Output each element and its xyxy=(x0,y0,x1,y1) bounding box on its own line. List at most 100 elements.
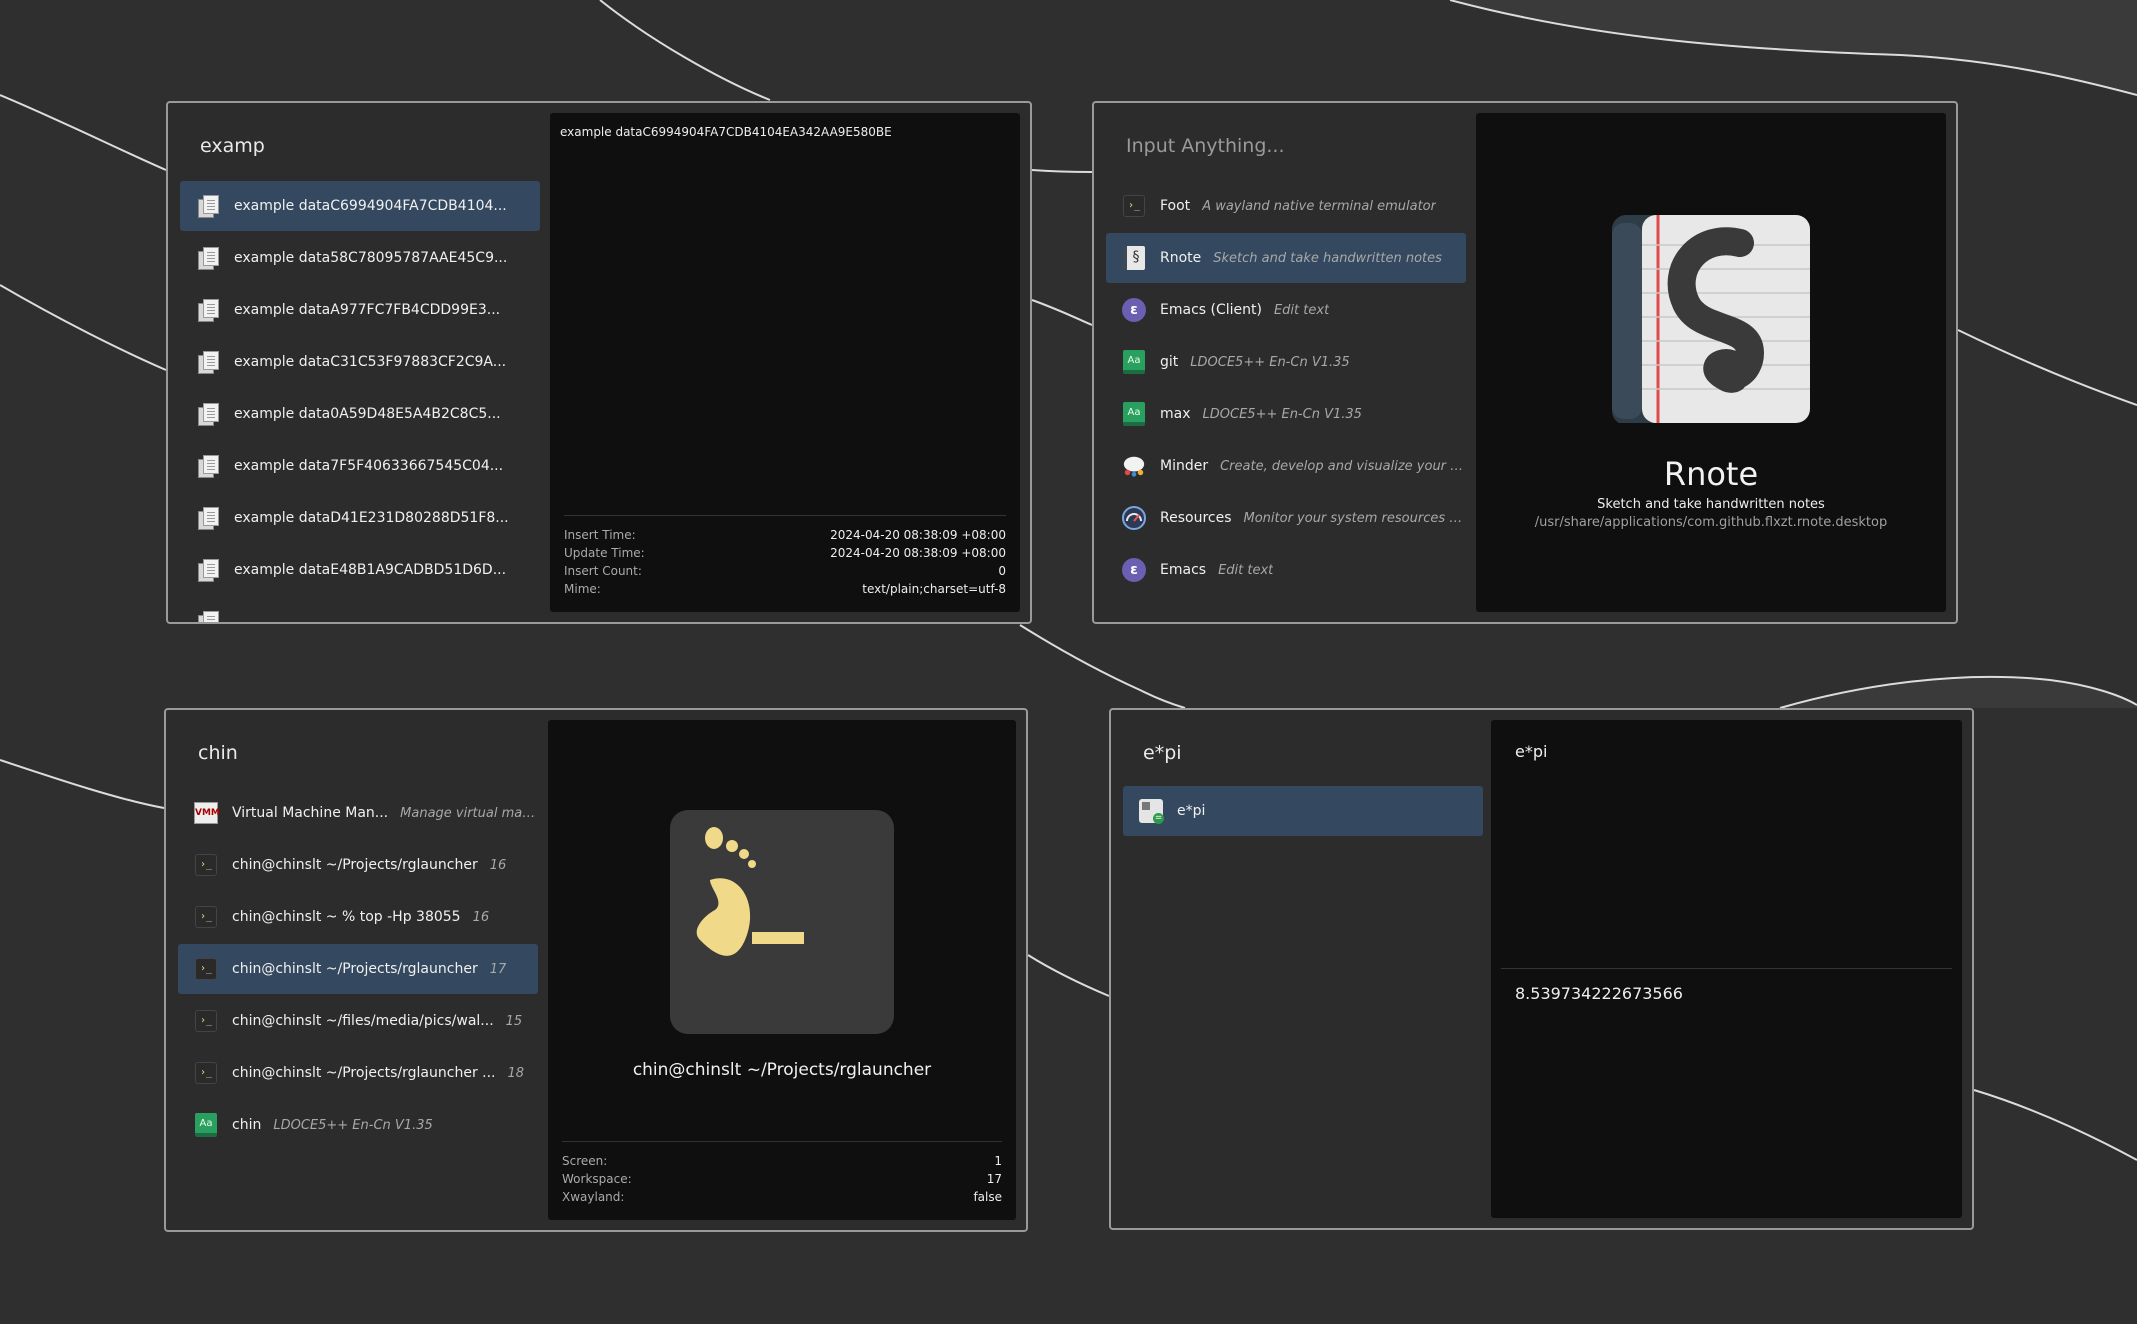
info-value: text/plain;charset=utf-8 xyxy=(862,582,1006,596)
item-name: Rnote xyxy=(1160,250,1202,266)
clipboard-item[interactable]: example dataD41E231D80288D51F8... xyxy=(180,493,540,543)
preview-title: chin@chinslt ~/Projects/rglauncher xyxy=(632,1060,932,1080)
preview-path: /usr/share/applications/com.github.flxzt… xyxy=(1534,515,1888,530)
clipboard-icon xyxy=(196,506,220,530)
clipboard-item-partial[interactable] xyxy=(180,597,540,622)
clipboard-icon xyxy=(196,454,220,478)
dictionary-icon: Aa xyxy=(194,1113,218,1137)
rnote-large-icon xyxy=(1612,215,1810,423)
clipboard-item[interactable]: example dataC6994904FA7CDB4104... xyxy=(180,181,540,231)
item-description: Edit text xyxy=(1218,562,1274,578)
info-value: 0 xyxy=(998,564,1006,578)
clipboard-icon xyxy=(196,194,220,218)
item-name: Emacs xyxy=(1160,562,1207,578)
clipboard-item[interactable]: example dataC31C53F97883CF2C9A... xyxy=(180,337,540,387)
clipboard-item[interactable]: example data7F5F40633667545C04... xyxy=(180,441,540,491)
item-name: git xyxy=(1160,354,1179,370)
calculator-result-item[interactable]: e*pi xyxy=(1123,786,1483,836)
item-name: example dataE48B1A9CADBD51D6D... xyxy=(234,562,507,578)
workspace-badge: 18 xyxy=(507,1065,525,1081)
info-row: Insert Time: 2024-04-20 08:38:09 +08:00 xyxy=(564,526,1006,544)
dictionary-item[interactable]: Aa chin LDOCE5++ En-Cn V1.35 xyxy=(178,1100,538,1150)
window-item[interactable]: VMM Virtual Machine Man... Manage virtua… xyxy=(178,788,538,838)
window-switcher-window: chin VMM Virtual Machine Man... Manage v… xyxy=(164,708,1028,1232)
window-item[interactable]: ›_ chin@chinslt ~/Projects/rglauncher 16 xyxy=(178,840,538,890)
terminal-icon: ›_ xyxy=(194,1009,218,1033)
app-item-minder[interactable]: Minder Create, develop and visualize you… xyxy=(1106,441,1466,491)
terminal-icon: ›_ xyxy=(1122,194,1146,218)
info-row: Insert Count: 0 xyxy=(564,562,1006,580)
rnote-icon: § xyxy=(1122,246,1146,270)
info-key: Xwayland: xyxy=(562,1190,625,1204)
result-value: 8.539734222673566 xyxy=(1515,984,1683,1003)
info-value: false xyxy=(973,1190,1002,1204)
info-key: Update Time: xyxy=(564,546,645,560)
clipboard-results-panel: examp example dataC6994904FA7CDB4104... … xyxy=(180,103,540,622)
window-item[interactable]: ›_ chin@chinslt ~/files/media/pics/wal..… xyxy=(178,996,538,1046)
info-key: Insert Count: xyxy=(564,564,642,578)
clipboard-item[interactable]: example dataA977FC7FB4CDD99E3... xyxy=(180,285,540,335)
item-description: A wayland native terminal emulator xyxy=(1202,198,1436,214)
window-item[interactable]: ›_ chin@chinslt ~/Projects/rglauncher 17 xyxy=(178,944,538,994)
terminal-icon: ›_ xyxy=(194,1061,218,1085)
item-name: chin@chinslt ~/Projects/rglauncher xyxy=(232,857,478,873)
app-item-foot[interactable]: ›_ Foot A wayland native terminal emulat… xyxy=(1106,181,1466,231)
info-key: Mime: xyxy=(564,582,601,596)
clipboard-icon xyxy=(196,558,220,582)
foot-terminal-large-icon xyxy=(670,810,894,1034)
preview-text: example dataC6994904FA7CDB4104EA342AA9E5… xyxy=(560,125,892,139)
info-row: Screen: 1 xyxy=(562,1152,1002,1170)
clipboard-item[interactable]: example dataE48B1A9CADBD51D6D... xyxy=(180,545,540,595)
result-list[interactable]: e*pi xyxy=(1123,786,1483,838)
clipboard-item[interactable]: example data0A59D48E5A4B2C8C5... xyxy=(180,389,540,439)
search-input[interactable]: examp xyxy=(200,135,265,157)
item-name: max xyxy=(1160,406,1191,422)
app-item-emacs-client[interactable]: ε Emacs (Client) Edit text xyxy=(1106,285,1466,335)
calculator-preview-panel: e*pi 8.539734222673566 xyxy=(1491,720,1962,1218)
info-value: 2024-04-20 08:38:09 +08:00 xyxy=(830,528,1006,542)
search-input[interactable]: chin xyxy=(198,742,238,764)
emacs-icon: ε xyxy=(1122,558,1146,582)
window-item[interactable]: ›_ chin@chinslt ~/Projects/rglauncher ..… xyxy=(178,1048,538,1098)
window-info: Screen: 1 Workspace: 17 Xwayland: false xyxy=(562,1141,1002,1206)
info-value: 2024-04-20 08:38:09 +08:00 xyxy=(830,546,1006,560)
app-item-max[interactable]: Aa max LDOCE5++ En-Cn V1.35 xyxy=(1106,389,1466,439)
search-input[interactable]: Input Anything... xyxy=(1126,135,1285,157)
window-item[interactable]: ›_ chin@chinslt ~ % top -Hp 38055 16 xyxy=(178,892,538,942)
calculator-window: e*pi e*pi e*pi 8.539734222673566 xyxy=(1109,708,1974,1230)
clipboard-preview-panel: example dataC6994904FA7CDB4104EA342AA9E5… xyxy=(550,113,1020,612)
app-item-emacs[interactable]: ε Emacs Edit text xyxy=(1106,545,1466,595)
item-name: example data0A59D48E5A4B2C8C5... xyxy=(234,406,501,422)
info-value: 17 xyxy=(986,1172,1002,1186)
workspace-badge: 16 xyxy=(472,909,490,925)
clipboard-icon xyxy=(196,610,220,622)
item-name: example dataC6994904FA7CDB4104... xyxy=(234,198,507,214)
info-key: Insert Time: xyxy=(564,528,636,542)
terminal-icon: ›_ xyxy=(194,957,218,981)
virt-manager-icon: VMM xyxy=(194,801,220,825)
dictionary-icon: Aa xyxy=(1122,402,1146,426)
preview-title: Rnote xyxy=(1663,455,1759,493)
emacs-icon: ε xyxy=(1122,298,1146,322)
app-item-resources[interactable]: Resources Monitor your system resources … xyxy=(1106,493,1466,543)
item-name: chin@chinslt ~ % top -Hp 38055 xyxy=(232,909,461,925)
clipboard-info: Insert Time: 2024-04-20 08:38:09 +08:00 U… xyxy=(564,515,1006,598)
result-list[interactable]: VMM Virtual Machine Man... Manage virtua… xyxy=(178,788,538,1152)
clipboard-item[interactable]: example data58C78095787AAE45C9... xyxy=(180,233,540,283)
workspace-badge: 17 xyxy=(489,961,507,977)
calculator-icon xyxy=(1139,799,1164,824)
result-list[interactable]: example dataC6994904FA7CDB4104... exampl… xyxy=(180,181,540,622)
clipboard-icon xyxy=(196,350,220,374)
app-item-rnote[interactable]: § Rnote Sketch and take handwritten note… xyxy=(1106,233,1466,283)
app-item-git[interactable]: Aa git LDOCE5++ En-Cn V1.35 xyxy=(1106,337,1466,387)
result-list[interactable]: ›_ Foot A wayland native terminal emulat… xyxy=(1106,181,1466,597)
item-description: LDOCE5++ En-Cn V1.35 xyxy=(273,1117,433,1133)
item-name: chin@chinslt ~/Projects/rglauncher ... xyxy=(232,1065,496,1081)
workspace-badge: 16 xyxy=(489,857,507,873)
search-input[interactable]: e*pi xyxy=(1143,742,1182,764)
app-results-panel: Input Anything... ›_ Foot A wayland nati… xyxy=(1106,103,1466,622)
item-name: chin xyxy=(232,1117,262,1133)
item-name: chin@chinslt ~/files/media/pics/wal... xyxy=(232,1013,494,1029)
preview-subtitle: Sketch and take handwritten notes xyxy=(1597,497,1825,512)
item-name: Foot xyxy=(1160,198,1191,214)
